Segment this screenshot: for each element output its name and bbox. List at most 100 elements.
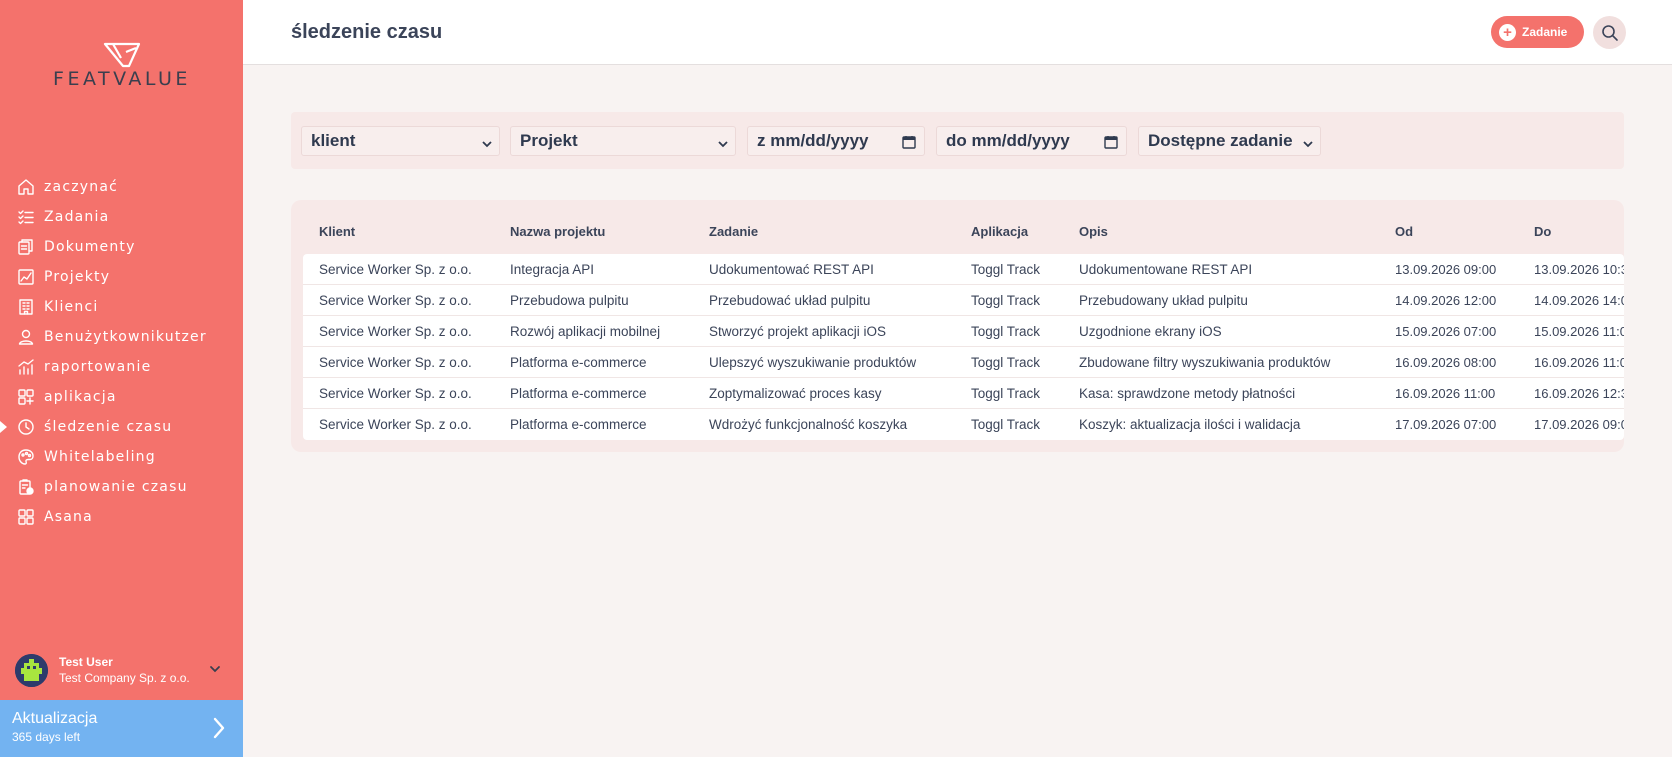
cell-klient: Service Worker Sp. z o.o. [319,417,472,432]
cell-klient: Service Worker Sp. z o.o. [319,293,472,308]
pixel-avatar-icon [15,653,48,687]
table-row[interactable]: Service Worker Sp. z o.o. Przebudowa pul… [303,285,1624,316]
sidebar-item-label: Klienci [44,299,99,315]
cell-projekt: Przebudowa pulpitu [510,293,629,308]
sidebar-item-label: Whitelabeling [44,449,156,465]
sidebar-item-planowanie-czasu[interactable]: planowanie czasu [0,472,243,502]
date-from-value: z mm/dd/yyyy [757,131,869,150]
user-company: Test Company Sp. z o.o. [59,671,190,685]
cell-zadanie: Stworzyć projekt aplikacji iOS [709,324,887,339]
column-header-opis[interactable]: Opis [1079,224,1108,239]
search-button[interactable] [1593,16,1626,49]
calendar-icon [902,134,916,154]
date-to-value: do mm/dd/yyyy [946,131,1070,150]
cell-klient: Service Worker Sp. z o.o. [319,355,472,370]
add-task-button[interactable]: + Zadanie [1491,16,1584,48]
logo-mark-icon [103,42,141,68]
sidebar-item-projekty[interactable]: Projekty [0,262,243,292]
sidebar-nav: zaczynać Zadania Dokumenty Projekty Klie… [0,172,243,532]
cell-do: 15.09.2026 11:00 [1534,324,1624,339]
cell-od: 14.09.2026 12:00 [1395,293,1497,308]
table-row[interactable]: Service Worker Sp. z o.o. Rozwój aplikac… [303,316,1624,347]
sidebar-item-label: Projekty [44,269,111,285]
sidebar: FEATVALUE zaczynać Zadania Dokumenty Pro… [0,0,243,757]
client-select-value: klient [311,131,356,150]
cell-opis: Przebudowany układ pulpitu [1079,293,1248,308]
table-row[interactable]: Service Worker Sp. z o.o. Platforma e-co… [303,378,1624,409]
column-header-zadanie[interactable]: Zadanie [709,224,758,239]
cell-aplikacja: Toggl Track [971,355,1041,370]
search-icon [1601,24,1618,41]
home-icon [17,178,35,196]
sidebar-item-label: śledzenie czasu [44,419,173,435]
upgrade-subtitle: 365 days left [12,730,81,744]
sidebar-item-asana[interactable]: Asana [0,502,243,532]
table-row[interactable]: Service Worker Sp. z o.o. Integracja API… [303,254,1624,285]
clipboard-clock-icon [17,478,35,496]
cell-aplikacja: Toggl Track [971,262,1041,277]
user-menu[interactable]: Test User Test Company Sp. z o.o. [15,650,230,690]
date-from-input[interactable]: z mm/dd/yyyy [747,126,925,156]
table-row[interactable]: Service Worker Sp. z o.o. Platforma e-co… [303,347,1624,378]
task-list-icon [17,208,35,226]
table-row[interactable]: Service Worker Sp. z o.o. Platforma e-co… [303,409,1624,440]
sidebar-item-uzytkownik[interactable]: Benużytkownikutzer [0,322,243,352]
report-icon [17,358,35,376]
cell-aplikacja: Toggl Track [971,417,1041,432]
sidebar-item-dokumenty[interactable]: Dokumenty [0,232,243,262]
sidebar-item-label: zaczynać [44,179,119,195]
cell-do: 16.09.2026 12:30 [1534,386,1624,401]
user-name: Test User [59,655,113,669]
cell-opis: Kasa: sprawdzone metody płatności [1079,386,1296,401]
sidebar-item-klienci[interactable]: Klienci [0,292,243,322]
page-title: śledzenie czasu [291,21,443,43]
sidebar-item-whitelabeling[interactable]: Whitelabeling [0,442,243,472]
table-header: Klient Nazwa projektu Zadanie Aplikacja … [291,200,1624,254]
cell-od: 15.09.2026 07:00 [1395,324,1497,339]
sidebar-item-aplikacja[interactable]: aplikacja [0,382,243,412]
chevron-down-icon[interactable] [208,662,222,681]
calendar-icon [1104,134,1118,154]
column-header-od[interactable]: Od [1395,224,1413,239]
cell-klient: Service Worker Sp. z o.o. [319,324,472,339]
cell-aplikacja: Toggl Track [971,293,1041,308]
cell-klient: Service Worker Sp. z o.o. [319,386,472,401]
cell-opis: Uzgodnione ekrany iOS [1079,324,1222,339]
cell-od: 16.09.2026 08:00 [1395,355,1497,370]
chevron-down-icon [717,135,729,155]
sidebar-item-label: planowanie czasu [44,479,188,495]
column-header-aplikacja[interactable]: Aplikacja [971,224,1028,239]
upgrade-banner[interactable]: Aktualizacja 365 days left [0,700,243,757]
cell-do: 17.09.2026 09:00 [1534,417,1624,432]
project-select[interactable]: Projekt [510,126,736,156]
grid-icon [17,508,35,526]
sidebar-item-sledzenie-czasu[interactable]: śledzenie czasu [0,412,243,442]
cell-projekt: Platforma e-commerce [510,355,647,370]
brand-logo[interactable]: FEATVALUE [36,42,208,90]
cell-zadanie: Udokumentować REST API [709,262,874,277]
table-body: Service Worker Sp. z o.o. Integracja API… [303,254,1624,440]
cell-do: 13.09.2026 10:30 [1534,262,1624,277]
date-to-input[interactable]: do mm/dd/yyyy [936,126,1127,156]
sidebar-item-zaczynac[interactable]: zaczynać [0,172,243,202]
project-select-value: Projekt [520,131,578,150]
avatar [15,653,48,687]
client-select[interactable]: klient [301,126,500,156]
cell-od: 17.09.2026 07:00 [1395,417,1497,432]
sidebar-item-raportowanie[interactable]: raportowanie [0,352,243,382]
cell-projekt: Platforma e-commerce [510,417,647,432]
building-icon [17,298,35,316]
sidebar-item-zadania[interactable]: Zadania [0,202,243,232]
column-header-nazwa-projektu[interactable]: Nazwa projektu [510,224,605,239]
column-header-do[interactable]: Do [1534,224,1551,239]
cell-zadanie: Ulepszyć wyszukiwanie produktów [709,355,917,370]
clock-icon [17,418,35,436]
cell-zadanie: Wdrożyć funkcjonalność koszyka [709,417,908,432]
user-icon [17,328,35,346]
task-select-value: Dostępne zadanie [1148,131,1293,150]
filter-bar: klient Projekt z mm/dd/yyyy do mm/dd/yyy… [291,112,1624,169]
task-select[interactable]: Dostępne zadanie [1138,126,1321,156]
apps-icon [17,388,35,406]
sidebar-item-label: Dokumenty [44,239,136,255]
column-header-klient[interactable]: Klient [319,224,355,239]
